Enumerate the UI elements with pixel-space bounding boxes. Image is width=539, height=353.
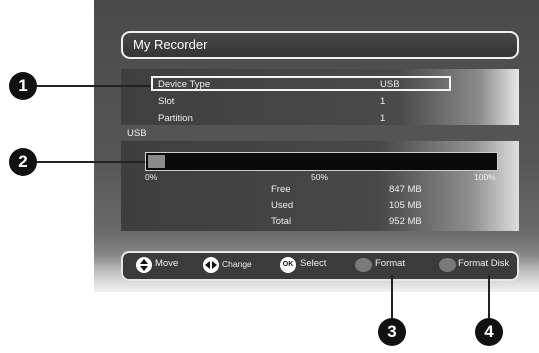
usage-progress-bar xyxy=(145,152,498,171)
callout-2-leader xyxy=(37,161,145,163)
partition-label: Partition xyxy=(158,113,193,124)
tick-100: 100% xyxy=(474,172,496,182)
used-value: 105 MB xyxy=(389,200,422,211)
callout-4: 4 xyxy=(475,318,503,346)
page-title: My Recorder xyxy=(133,37,208,52)
format-disk-hint[interactable]: Format Disk xyxy=(458,258,509,269)
slot-label: Slot xyxy=(158,96,175,107)
format-hint[interactable]: Format xyxy=(375,258,405,269)
total-value: 952 MB xyxy=(389,216,422,227)
device-type-label: Device Type xyxy=(158,79,211,90)
callout-1-leader xyxy=(37,85,151,87)
up-down-arrow-icon xyxy=(136,257,152,273)
device-type-value[interactable]: USB xyxy=(380,79,400,90)
free-label: Free xyxy=(271,184,291,195)
callout-1: 1 xyxy=(9,72,37,100)
partition-value[interactable]: 1 xyxy=(380,113,385,124)
change-hint: Change xyxy=(222,259,252,269)
slot-value[interactable]: 1 xyxy=(380,96,385,107)
usb-section-label: USB xyxy=(127,128,147,139)
total-label: Total xyxy=(271,216,292,227)
ok-button-icon: OK xyxy=(280,257,296,273)
callout-2: 2 xyxy=(9,148,37,176)
title-bar: My Recorder xyxy=(121,31,519,59)
move-hint: Move xyxy=(155,258,179,269)
callout-4-leader xyxy=(488,275,490,318)
select-hint: Select xyxy=(300,258,327,269)
callout-3-leader xyxy=(391,275,393,318)
free-value: 847 MB xyxy=(389,184,422,195)
tick-0: 0% xyxy=(145,172,158,182)
used-label: Used xyxy=(271,200,294,211)
callout-3: 3 xyxy=(378,318,406,346)
format-disk-color-button-icon[interactable] xyxy=(439,258,456,272)
left-right-arrow-icon xyxy=(203,257,219,273)
format-color-button-icon[interactable] xyxy=(355,258,372,272)
tick-50: 50% xyxy=(311,172,329,182)
usage-progress-fill xyxy=(148,155,165,168)
